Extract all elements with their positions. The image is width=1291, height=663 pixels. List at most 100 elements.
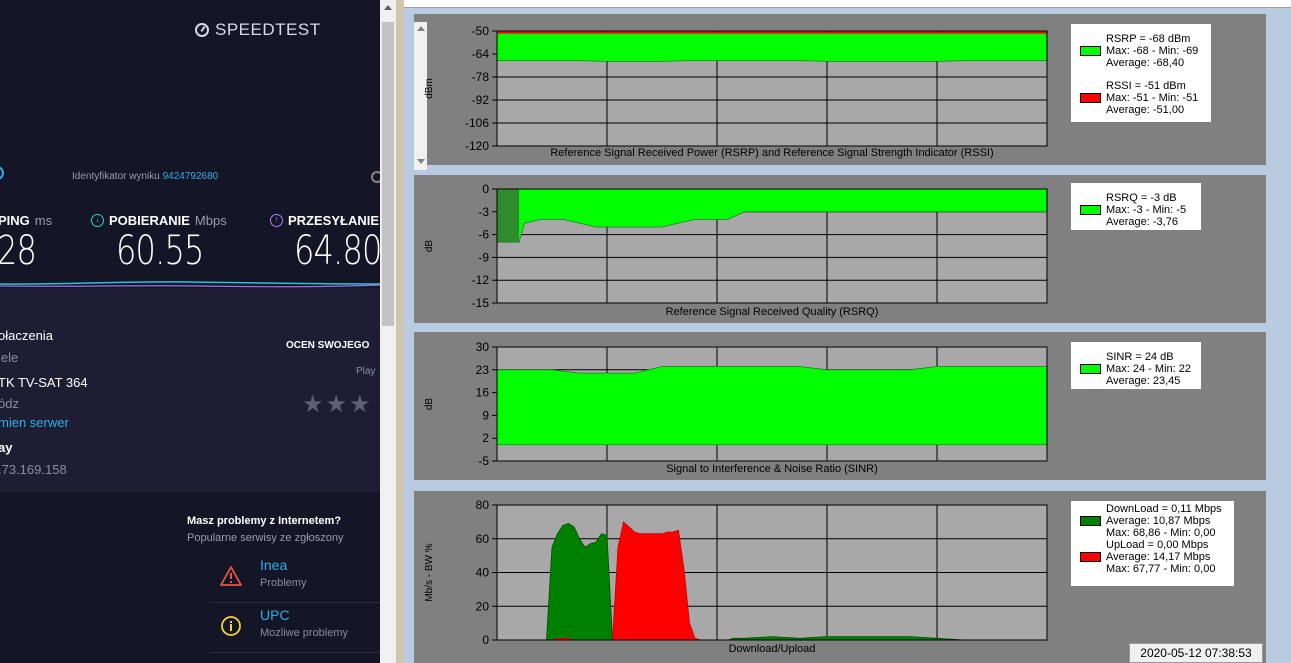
ip-label: ay: [0, 440, 13, 455]
isp-item-upc[interactable]: UPC Mozliwe problemy: [210, 606, 380, 652]
throughput-legend: DownLoad = 0,11 Mbps Average: 10,87 Mbps M…: [1071, 501, 1234, 586]
problems-title: Masz problemy z Internetem?: [187, 515, 342, 527]
chart-title: Download/Upload: [729, 643, 816, 655]
ping-value: 28: [0, 228, 37, 274]
rsrq-legend: RSRQ = -3 dB Max: -3 - Min: -5 Average: -3…: [1071, 183, 1201, 230]
legend-text: RSRP = -68 dBm: [1106, 33, 1191, 45]
legend-text: UpLoad = 0,00 Mbps: [1106, 539, 1209, 551]
y-tick-label: -92: [472, 93, 490, 107]
legend-text: Average: 23,45: [1106, 375, 1181, 387]
legend-line: DownLoad = 0,11 Mbps: [1071, 503, 1234, 515]
download-unit: Mbps: [194, 213, 227, 228]
upload-label: ↑ PRZESYŁANIE: [270, 213, 379, 228]
window-divider[interactable]: [396, 0, 404, 663]
browser-scrollbar[interactable]: [380, 0, 396, 663]
isp-name: Inea: [260, 557, 288, 573]
legend-text: Max: -68 - Min: -69: [1106, 45, 1199, 57]
info-circle-icon: [221, 616, 241, 636]
isp-divider: [210, 652, 380, 653]
y-tick-label: 16: [476, 386, 490, 400]
legend-swatch: [1080, 552, 1101, 562]
legend-text: Max: 24 - Min: 22: [1106, 363, 1191, 375]
upload-value: 64.80: [294, 228, 380, 274]
y-axis-label: dB: [424, 398, 435, 411]
legend-line: Average: -3,76: [1071, 216, 1201, 228]
ping-unit: ms: [34, 213, 53, 228]
isp-item-inea[interactable]: Inea Problemy: [210, 556, 380, 602]
download-label: ↓ POBIERANIE Mbps: [91, 213, 227, 228]
sinr-legend: SINR = 24 dB Max: 24 - Min: 22 Average: 23…: [1071, 342, 1201, 389]
y-tick-label: -12: [472, 273, 490, 287]
problems-subtitle: Popularne serwisy ze zgłoszony: [187, 532, 344, 544]
share-icon[interactable]: [0, 166, 4, 180]
y-tick-label: -78: [472, 70, 490, 84]
ping-label: PING ms: [0, 213, 52, 228]
legend-text: Max: -3 - Min: -5: [1106, 204, 1187, 216]
y-tick-label: -106: [465, 116, 489, 130]
star-icon[interactable]: ★: [349, 391, 373, 418]
y-tick-label: 9: [482, 408, 489, 422]
legend-line: Max: 24 - Min: 22: [1071, 363, 1201, 375]
scroll-up-arrow-icon[interactable]: [384, 5, 392, 10]
legend-text: RSSI = -51 dBm: [1106, 80, 1186, 92]
legend-text: SINR = 24 dB: [1106, 351, 1174, 363]
legend-swatch: [1080, 205, 1101, 215]
y-axis-label: dB: [424, 240, 435, 253]
chart-title: Signal to Interference & Noise Ratio (SI…: [666, 463, 878, 475]
y-tick-label: -120: [465, 139, 489, 153]
rating-stars[interactable]: ★★★: [302, 390, 373, 419]
change-server-link[interactable]: mien serwer: [0, 415, 69, 430]
connection-label: ołaczenia: [0, 328, 53, 343]
download-label-text: POBIERANIE: [109, 213, 190, 228]
legend-line: Average: -51,00: [1071, 104, 1211, 116]
legend-text: Average: -51,00: [1106, 104, 1185, 116]
legend-text: Average: 14,17 Mbps: [1106, 551, 1211, 563]
legend-text: DownLoad = 0,11 Mbps: [1106, 503, 1222, 515]
scrollbar-thumb[interactable]: [382, 22, 394, 326]
y-tick-label: 60: [476, 532, 490, 546]
legend-line: SINR = 24 dB: [1071, 351, 1201, 363]
legend-line: Max: -68 - Min: -69: [1071, 45, 1211, 57]
star-icon[interactable]: ★: [326, 391, 350, 418]
download-value: 60.55: [116, 228, 204, 274]
y-tick-label: 30: [476, 340, 490, 354]
result-id: Identyfikator wyniku 9424792680: [72, 171, 218, 182]
legend-text: Average: -68,40: [1106, 57, 1185, 69]
legend-line: Average: 23,45: [1071, 375, 1201, 387]
rsrq-initial-block: [497, 189, 519, 243]
legend-line: RSRP = -68 dBm: [1071, 33, 1211, 45]
star-icon[interactable]: ★: [302, 391, 326, 418]
rate-provider-sub: Play: [356, 366, 376, 377]
y-tick-label: -3: [478, 205, 489, 219]
speedtest-logo[interactable]: SPEEDTEST: [195, 20, 321, 40]
rsrp-legend: RSRP = -68 dBm Max: -68 - Min: -69 Average…: [1071, 24, 1211, 122]
legend-text: Max: -51 - Min: -51: [1106, 92, 1199, 104]
legend-text: Max: 67,77 - Min: 0,00: [1106, 563, 1216, 575]
ip-address: .73.169.158: [0, 462, 67, 477]
y-tick-label: -64: [472, 47, 490, 61]
legend-swatch: [1080, 364, 1101, 374]
signal-monitor-window: -50 -64 -78 -92 -106 -120 dBm Reference Signal …: [404, 0, 1291, 663]
timestamp: 2020-05-12 07:38:53: [1129, 643, 1263, 663]
y-tick-label: 0: [482, 182, 489, 196]
isp-divider: [210, 602, 380, 603]
chart-title: Reference Signal Received Quality (RSRQ): [666, 306, 879, 318]
legend-text: Average: 10,87 Mbps: [1106, 515, 1211, 527]
ping-label-text: PING: [0, 213, 30, 228]
chart-title: Reference Signal Received Power (RSRP) a…: [550, 147, 993, 159]
upload-label-text: PRZESYŁANIE: [288, 213, 380, 228]
settings-icon[interactable]: [371, 171, 380, 183]
y-tick-label: 23: [476, 363, 490, 377]
legend-line: Max: 68,86 - Min: 0,00: [1071, 527, 1234, 539]
result-id-label: Identyfikator wyniku: [72, 171, 160, 182]
legend-line: RSSI = -51 dBm: [1071, 80, 1211, 92]
upload-arrow-icon: ↑: [270, 214, 283, 227]
server-city: ódz: [0, 396, 19, 411]
result-id-value[interactable]: 9424792680: [163, 171, 219, 182]
speedtest-logo-text: SPEEDTEST: [215, 20, 321, 39]
rate-provider-label: OCEN SWOJEGO: [286, 340, 370, 351]
legend-line: Average: 10,87 Mbps: [1071, 515, 1234, 527]
series-rsrp: [496, 32, 1048, 62]
legend-spacer: [1071, 69, 1211, 80]
speedtest-panel: SPEEDTEST Identyfikator wyniku 942479268…: [0, 0, 380, 663]
